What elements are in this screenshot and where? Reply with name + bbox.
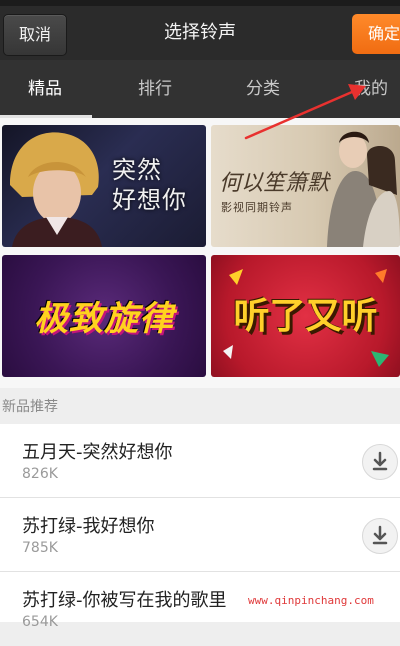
cancel-button[interactable]: 取消 <box>3 14 67 56</box>
banner-title: 何以笙箫默 <box>219 171 330 196</box>
title-bar: 选择铃声 取消 确定 <box>0 6 400 60</box>
banner-subtitle: 影视同期铃声 <box>221 201 293 214</box>
tab-categories[interactable]: 分类 <box>218 60 308 118</box>
banner-listen-again[interactable]: 听了又听 <box>211 255 400 377</box>
tab-mine[interactable]: 我的 <box>326 60 400 118</box>
download-icon <box>372 451 388 471</box>
banner-sudden-miss-you[interactable]: 突然 好想你 <box>2 125 206 247</box>
ringtone-title: 苏打绿-你被写在我的歌里 <box>22 590 227 611</box>
banner-grid: 突然 好想你 何以笙箫默 影视同期铃声 极致旋律 听了又听 <box>0 118 400 388</box>
couple-portrait-image <box>327 131 400 247</box>
ringtone-list: 五月天-突然好想你 826K 苏打绿-我好想你 785K 苏打绿-你被写在我的歌… <box>0 424 400 630</box>
confirm-button[interactable]: 确定 <box>352 14 400 54</box>
list-item[interactable]: 五月天-突然好想你 826K <box>0 424 400 498</box>
banner-title: 突然 好想你 <box>112 156 187 214</box>
watermark: www.qinpinchang.com <box>246 594 376 607</box>
download-button[interactable] <box>362 518 398 554</box>
ringtone-size: 654K <box>22 614 58 630</box>
banner-title: 极致旋律 <box>34 299 174 339</box>
tab-featured[interactable]: 精品 <box>0 60 90 118</box>
singer-portrait-image <box>10 132 102 247</box>
ringtone-size: 826K <box>22 466 58 482</box>
banner-drama-ringtone[interactable]: 何以笙箫默 影视同期铃声 <box>211 125 400 247</box>
banner-ultimate-melody[interactable]: 极致旋律 <box>2 255 206 377</box>
tab-ranking[interactable]: 排行 <box>110 60 200 118</box>
section-label: 新品推荐 <box>2 399 58 415</box>
section-header-new: 新品推荐 <box>0 388 400 424</box>
ringtone-title: 五月天-突然好想你 <box>22 442 173 463</box>
list-item[interactable]: 苏打绿-你被写在我的歌里 654K <box>0 572 400 646</box>
list-item[interactable]: 苏打绿-我好想你 785K <box>0 498 400 572</box>
ringtone-title: 苏打绿-我好想你 <box>22 516 155 537</box>
download-button[interactable] <box>362 444 398 480</box>
ringtone-size: 785K <box>22 540 58 556</box>
tab-bar: 精品 排行 分类 我的 <box>0 60 400 118</box>
banner-title: 听了又听 <box>233 296 378 337</box>
download-icon <box>372 525 388 545</box>
